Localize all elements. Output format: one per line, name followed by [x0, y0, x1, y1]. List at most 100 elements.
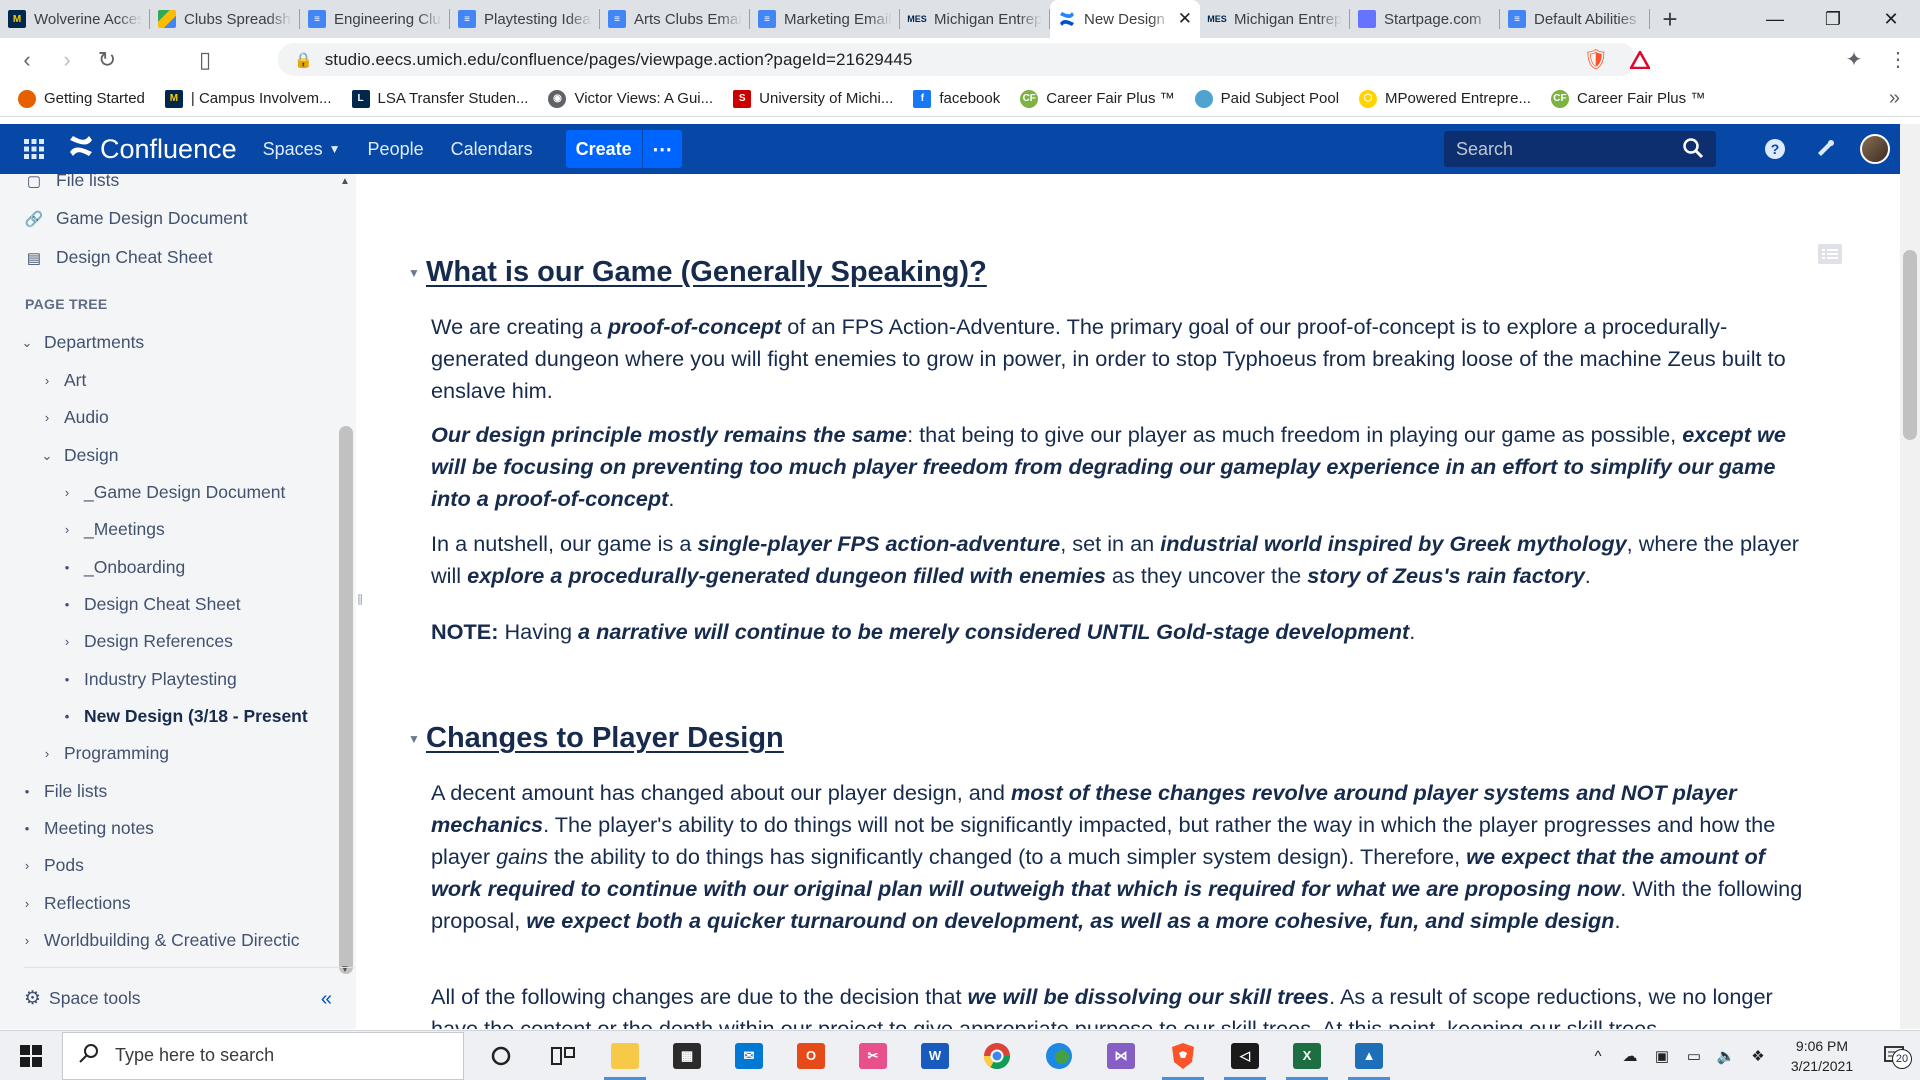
confluence-logo[interactable]: Confluence: [68, 134, 237, 165]
tree-item-worldbuilding[interactable]: › Worldbuilding & Creative Directic: [20, 930, 300, 951]
chevron-right-icon[interactable]: ›: [60, 485, 74, 500]
tree-item-audio[interactable]: › Audio: [40, 407, 109, 428]
browser-tab[interactable]: ≡Engineering Clubs: [300, 0, 450, 38]
new-tab-button[interactable]: +: [1650, 0, 1690, 38]
volume-icon[interactable]: 🔈: [1710, 1047, 1742, 1065]
sidebar-scrollbar-thumb[interactable]: [339, 426, 353, 974]
tree-item-meeting-notes[interactable]: • Meeting notes: [20, 818, 154, 839]
space-tools[interactable]: ⚙ Space tools «: [24, 967, 354, 1029]
brave-rewards-icon[interactable]: [1618, 50, 1662, 69]
app-switcher-icon[interactable]: [0, 139, 68, 159]
snip-sketch-icon[interactable]: ✂: [842, 1031, 904, 1080]
tree-item-departments[interactable]: ⌄ Departments: [20, 332, 145, 353]
file-explorer-icon[interactable]: [594, 1031, 656, 1080]
chevron-right-icon[interactable]: ›: [40, 746, 54, 761]
calendars-link[interactable]: Calendars: [451, 139, 533, 160]
task-view-icon[interactable]: [532, 1031, 594, 1080]
system-clock[interactable]: 9:06 PM 3/21/2021: [1774, 1036, 1870, 1076]
table-of-contents-icon[interactable]: [1818, 244, 1842, 269]
browser-tab[interactable]: MESMichigan Entrepreneurs: [1200, 0, 1350, 38]
tree-item-design-cheat-sheet[interactable]: • Design Cheat Sheet: [60, 594, 241, 615]
tree-item-onboarding[interactable]: • _Onboarding: [60, 557, 185, 578]
bookmark[interactable]: ⬡ MPowered Entrepre...: [1359, 89, 1531, 108]
microsoft-store-icon[interactable]: ▦: [656, 1031, 718, 1080]
reload-icon[interactable]: ↻: [87, 47, 127, 73]
browser-tab[interactable]: ≡ Marketing Emails: [750, 0, 900, 38]
chevron-down-icon[interactable]: ⌄: [20, 335, 34, 351]
excel-icon[interactable]: X: [1276, 1031, 1338, 1080]
show-hidden-icons-icon[interactable]: ^: [1582, 1048, 1614, 1065]
tree-item-pods[interactable]: › Pods: [20, 855, 84, 876]
back-icon[interactable]: ‹: [7, 47, 47, 73]
more-bookmarks-icon[interactable]: »: [1889, 87, 1900, 110]
chevron-down-icon[interactable]: ⌄: [40, 448, 54, 464]
help-icon[interactable]: ?: [1750, 138, 1800, 160]
tree-item-design-references[interactable]: › Design References: [60, 631, 233, 652]
tree-item-art[interactable]: › Art: [40, 370, 87, 391]
scroll-up-arrow-icon[interactable]: ▲: [340, 176, 350, 187]
sidebar-shortcut-game-design-document[interactable]: 🔗 Game Design Document: [25, 208, 248, 229]
notification-center-icon[interactable]: 20: [1870, 1045, 1920, 1069]
bookmark[interactable]: L LSA Transfer Studen...: [351, 89, 528, 108]
chevron-right-icon[interactable]: ›: [20, 933, 34, 948]
bookmark[interactable]: Paid Subject Pool: [1194, 89, 1339, 108]
chevron-right-icon[interactable]: ›: [40, 410, 54, 425]
sidebar-shortcut-file-lists[interactable]: ▢ File lists: [26, 174, 119, 191]
forward-icon[interactable]: ›: [47, 47, 87, 73]
browser-tab[interactable]: ≡ Arts Clubs Emails: [600, 0, 750, 38]
address-bar[interactable]: 🔒 studio.eecs.umich.edu/confluence/pages…: [278, 43, 1636, 76]
collapse-section-icon[interactable]: ▼: [408, 266, 420, 280]
chevron-right-icon[interactable]: ›: [20, 896, 34, 911]
battery-icon[interactable]: ▭: [1678, 1047, 1710, 1065]
people-link[interactable]: People: [368, 139, 424, 160]
unity-icon[interactable]: ◁: [1214, 1031, 1276, 1080]
avatar[interactable]: [1850, 134, 1900, 164]
windows-start-icon[interactable]: [0, 1044, 62, 1067]
mail-icon[interactable]: ✉: [718, 1031, 780, 1080]
extensions-icon[interactable]: ✦: [1832, 47, 1876, 72]
bookmark[interactable]: CF Career Fair Plus ™: [1020, 89, 1175, 108]
browser-tab[interactable]: ≡ Default Abilities: [1500, 0, 1650, 38]
bookmark-icon[interactable]: ▯: [185, 47, 225, 73]
collapse-section-icon[interactable]: ▼: [408, 732, 420, 746]
office-icon[interactable]: O: [780, 1031, 842, 1080]
spaces-menu[interactable]: Spaces ▼: [263, 139, 341, 160]
browser-tab[interactable]: Clubs Spreadsheet: [150, 0, 300, 38]
chrome-icon[interactable]: [966, 1031, 1028, 1080]
tree-item-file-lists[interactable]: • File lists: [20, 781, 107, 802]
bookmark[interactable]: ◉ Victor Views: A Gui...: [548, 89, 713, 108]
browser-tab-active[interactable]: New Design ✕: [1050, 0, 1200, 38]
onedrive-icon[interactable]: ☁: [1614, 1047, 1646, 1065]
chevron-right-icon[interactable]: ›: [60, 634, 74, 649]
edge-icon[interactable]: [1028, 1031, 1090, 1080]
collapse-sidebar-icon[interactable]: «: [321, 988, 332, 1011]
tree-item-industry-playtesting[interactable]: • Industry Playtesting: [60, 669, 237, 690]
page-scrollbar-thumb[interactable]: [1903, 250, 1917, 440]
sidebar-shortcut-design-cheat-sheet[interactable]: ▤ Design Cheat Sheet: [26, 247, 213, 268]
tree-item-design[interactable]: ⌄ Design: [40, 445, 119, 466]
brave-shield-icon[interactable]: 🛡: [1574, 47, 1618, 72]
cortana-icon[interactable]: [470, 1031, 532, 1080]
minimize-icon[interactable]: —: [1746, 0, 1804, 38]
search-input[interactable]: Search: [1444, 131, 1716, 167]
chevron-right-icon[interactable]: ›: [20, 858, 34, 873]
chevron-right-icon[interactable]: ›: [60, 522, 74, 537]
bookmark[interactable]: CF Career Fair Plus ™: [1550, 89, 1705, 108]
tree-item-new-design-current[interactable]: • New Design (3/18 - Present: [60, 706, 308, 727]
more-create-options-icon[interactable]: ⋯: [641, 130, 682, 168]
close-window-icon[interactable]: ✕: [1862, 0, 1920, 38]
menu-icon[interactable]: ⋮: [1876, 47, 1920, 72]
browser-tab[interactable]: M Wolverine Access: [0, 0, 150, 38]
visual-studio-icon[interactable]: ⋈: [1090, 1031, 1152, 1080]
bookmark[interactable]: Getting Started: [18, 89, 145, 108]
tree-item-game-design-document[interactable]: › _Game Design Document: [60, 482, 286, 503]
bookmark[interactable]: S University of Michi...: [733, 89, 893, 108]
bookmark[interactable]: M | Campus Involvem...: [164, 89, 332, 108]
security-icon[interactable]: ▣: [1646, 1047, 1678, 1065]
create-button[interactable]: Create: [565, 130, 642, 168]
tree-item-programming[interactable]: › Programming: [40, 743, 169, 764]
taskbar-search-input[interactable]: Type here to search: [62, 1031, 464, 1080]
chevron-right-icon[interactable]: ›: [40, 373, 54, 388]
brave-icon[interactable]: [1152, 1031, 1214, 1080]
word-icon[interactable]: W: [904, 1031, 966, 1080]
